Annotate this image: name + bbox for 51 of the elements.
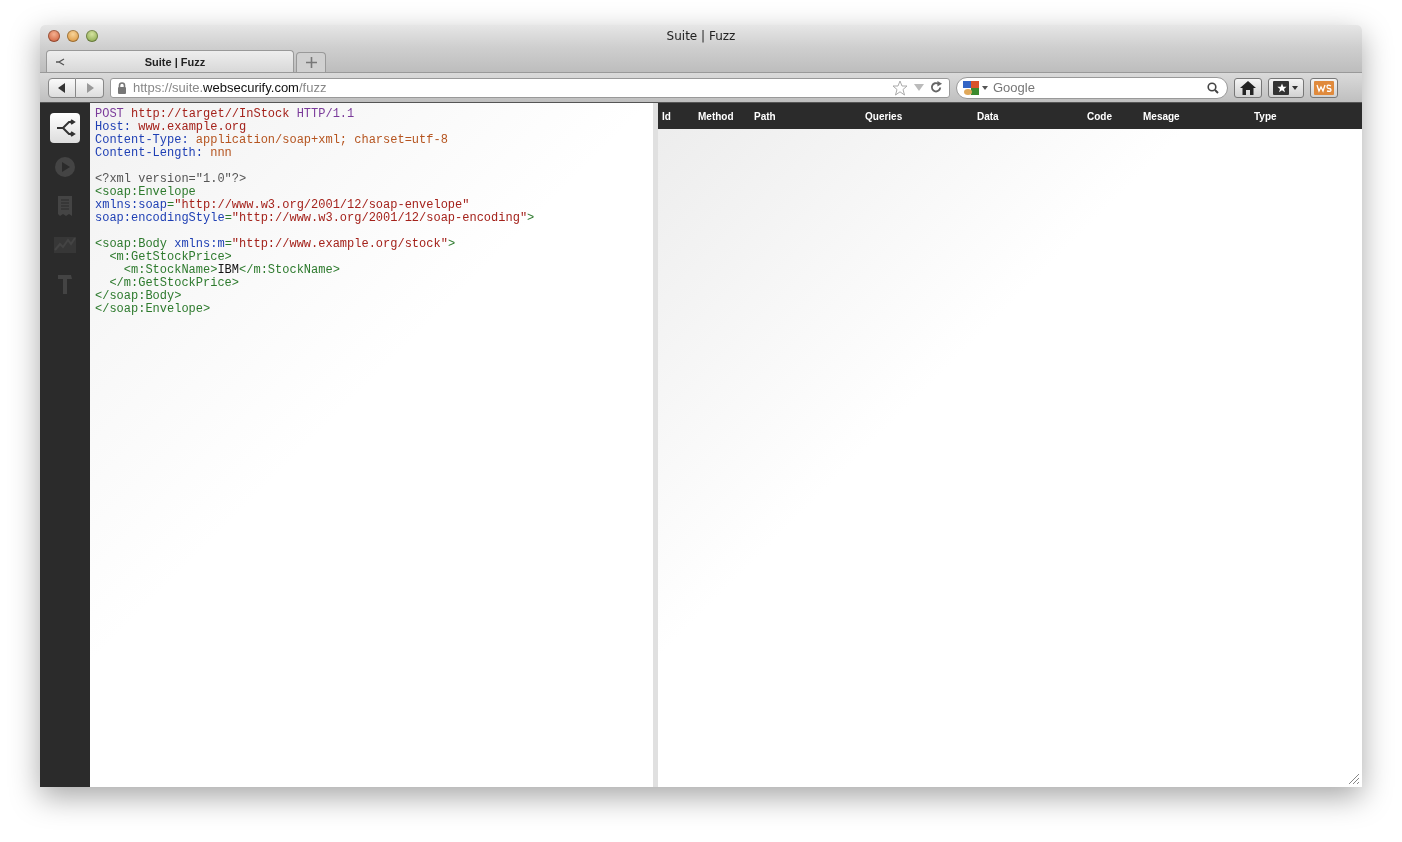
bookmarks-button[interactable]: [1268, 77, 1304, 98]
dropdown-icon[interactable]: [914, 83, 924, 92]
code-line: Content-Type: application/soap+xml; charset=utf-8: [95, 134, 448, 147]
star-icon[interactable]: [892, 79, 908, 96]
zoom-button[interactable]: [86, 30, 98, 42]
fork-arrow-icon: [54, 117, 76, 139]
code-line: Host: www.example.org: [95, 121, 247, 134]
url-text: https://suite.websecurify.com/fuzz: [133, 80, 327, 95]
back-button[interactable]: [48, 77, 76, 98]
home-button[interactable]: [1234, 77, 1262, 98]
code-line: <m:GetStockPrice>: [108, 251, 232, 264]
reload-icon[interactable]: [930, 81, 943, 94]
column-header[interactable]: Data: [977, 110, 999, 122]
code-line: Content-Length: nnn: [95, 147, 232, 160]
tab[interactable]: Suite | Fuzz: [46, 50, 294, 72]
plus-icon: [305, 57, 317, 68]
search-field[interactable]: Google: [956, 76, 1228, 99]
address-field[interactable]: https://suite.websecurify.com/fuzz: [110, 77, 950, 98]
line-chart-icon: [54, 234, 76, 256]
fork-arrow-icon: [55, 57, 65, 66]
left-triangle-icon: [57, 82, 67, 93]
code-line: xmlns:soap="http://www.w3.org/2001/12/soap-envelope": [95, 199, 470, 212]
code-line: <?xml version="1.0"?>: [95, 173, 247, 186]
window-title: Suite | Fuzz: [666, 29, 736, 43]
search-engine-icon[interactable]: [963, 79, 989, 96]
search-icon[interactable]: [1207, 81, 1219, 94]
play-icon: [54, 156, 76, 178]
column-header[interactable]: Method: [698, 110, 734, 122]
code-line: <m:StockName>IBM</m:StockName>: [122, 264, 340, 277]
minimize-button[interactable]: [67, 30, 79, 42]
code-line: <soap:Envelope: [95, 186, 196, 199]
column-header[interactable]: Queries: [865, 110, 903, 122]
column-header[interactable]: Code: [1087, 110, 1112, 122]
new-tab-button[interactable]: [296, 52, 326, 72]
fork-arrow-button[interactable]: [50, 113, 80, 143]
column-header[interactable]: Mesage: [1143, 110, 1180, 122]
extension-button[interactable]: [1310, 77, 1338, 98]
column-header[interactable]: Type: [1254, 110, 1277, 122]
code-line: </m:GetStockPrice>: [108, 277, 240, 290]
column-header[interactable]: Id: [662, 110, 671, 122]
resize-grip-icon[interactable]: [1348, 773, 1360, 785]
code-line: <soap:Body xmlns:m="http://www.example.org/stock">: [95, 238, 456, 251]
code-line: </soap:Body>: [95, 290, 182, 303]
code-line: soap:encodingStyle="http://www.w3.org/2001/12/soap-encoding">: [95, 212, 535, 225]
close-button[interactable]: [48, 30, 60, 42]
column-header[interactable]: Path: [754, 110, 776, 122]
right-triangle-icon: [84, 82, 95, 93]
lock-icon: [117, 81, 127, 94]
code-editor[interactable]: [90, 103, 653, 787]
code-line: POST http://target//InStock HTTP/1.1: [95, 108, 355, 121]
code-line: </soap:Envelope>: [95, 303, 211, 316]
